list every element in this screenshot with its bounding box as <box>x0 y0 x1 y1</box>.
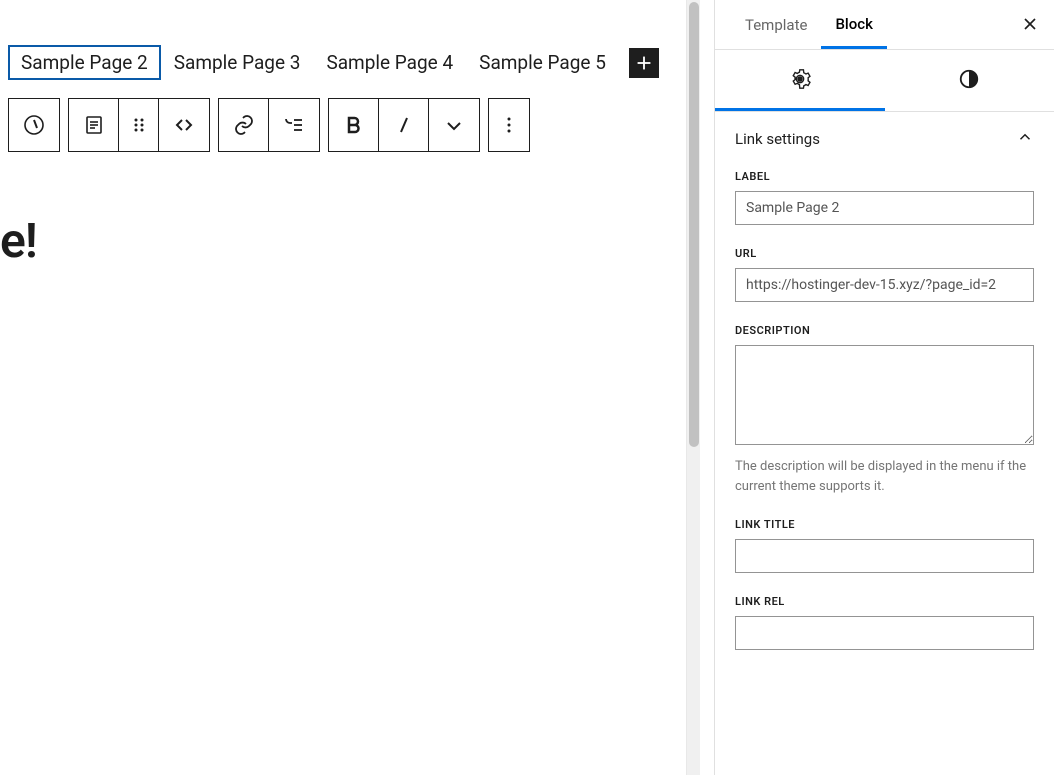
panel-title: Link settings <box>735 130 820 148</box>
contrast-icon <box>958 68 980 90</box>
tab-template[interactable]: Template <box>731 2 821 47</box>
nav-item-sample-page-3[interactable]: Sample Page 3 <box>161 45 314 80</box>
url-label: URL <box>735 247 1034 260</box>
bold-icon <box>342 113 366 137</box>
link-settings-panel: Link settings LABEL URL DESCRIPTION The … <box>715 112 1054 692</box>
chevron-up-icon <box>1016 128 1034 150</box>
close-icon <box>1020 14 1040 34</box>
description-label: DESCRIPTION <box>735 324 1034 337</box>
nav-item-sample-page-2[interactable]: Sample Page 2 <box>8 45 161 80</box>
parent-block-button[interactable] <box>9 99 59 151</box>
heading-fragment: e! <box>0 212 714 269</box>
link-icon <box>232 113 256 137</box>
block-toolbar <box>8 98 714 152</box>
inner-tab-styles[interactable] <box>885 50 1054 111</box>
block-type-button[interactable] <box>69 99 119 151</box>
chevrons-icon <box>172 113 196 137</box>
link-rel-input[interactable] <box>735 616 1034 650</box>
add-block-button[interactable] <box>629 48 659 78</box>
sidebar-tabs: Template Block <box>715 0 1054 50</box>
drag-handle-button[interactable] <box>119 99 159 151</box>
move-arrows-button[interactable] <box>159 99 209 151</box>
description-help-text: The description will be displayed in the… <box>735 457 1034 496</box>
plus-icon <box>633 52 655 74</box>
gear-icon <box>789 68 811 90</box>
url-input[interactable] <box>735 268 1034 302</box>
nav-item-sample-page-5[interactable]: Sample Page 5 <box>466 45 619 80</box>
editor-canvas: Sample Page 2 Sample Page 3 Sample Page … <box>0 0 714 775</box>
bold-button[interactable] <box>329 99 379 151</box>
navigation-menu: Sample Page 2 Sample Page 3 Sample Page … <box>8 45 714 80</box>
italic-icon <box>392 113 416 137</box>
more-options-button[interactable] <box>489 99 529 151</box>
settings-sidebar: Template Block Link settings LABEL URL <box>714 0 1054 775</box>
inner-tab-settings[interactable] <box>715 50 885 111</box>
close-sidebar-button[interactable] <box>1018 12 1042 36</box>
drag-icon <box>127 113 151 137</box>
panel-toggle-link-settings[interactable]: Link settings <box>715 112 1054 166</box>
canvas-scrollbar[interactable] <box>686 0 700 775</box>
page-icon <box>82 113 106 137</box>
label-label: LABEL <box>735 170 1034 183</box>
link-rel-label: LINK REL <box>735 595 1034 608</box>
scrollbar-thumb[interactable] <box>689 2 699 447</box>
chevron-down-icon <box>442 113 466 137</box>
italic-button[interactable] <box>379 99 429 151</box>
tab-block[interactable]: Block <box>821 1 886 49</box>
panel-body: LABEL URL DESCRIPTION The description wi… <box>715 166 1054 692</box>
submenu-icon <box>282 113 306 137</box>
link-title-label: LINK TITLE <box>735 518 1034 531</box>
description-textarea[interactable] <box>735 345 1034 445</box>
label-input[interactable] <box>735 191 1034 225</box>
block-inner-tabs <box>715 50 1054 112</box>
compass-icon <box>22 113 46 137</box>
link-button[interactable] <box>219 99 269 151</box>
link-title-input[interactable] <box>735 539 1034 573</box>
nav-item-sample-page-4[interactable]: Sample Page 4 <box>313 45 466 80</box>
dots-vertical-icon <box>497 113 521 137</box>
submenu-button[interactable] <box>269 99 319 151</box>
more-text-options-button[interactable] <box>429 99 479 151</box>
